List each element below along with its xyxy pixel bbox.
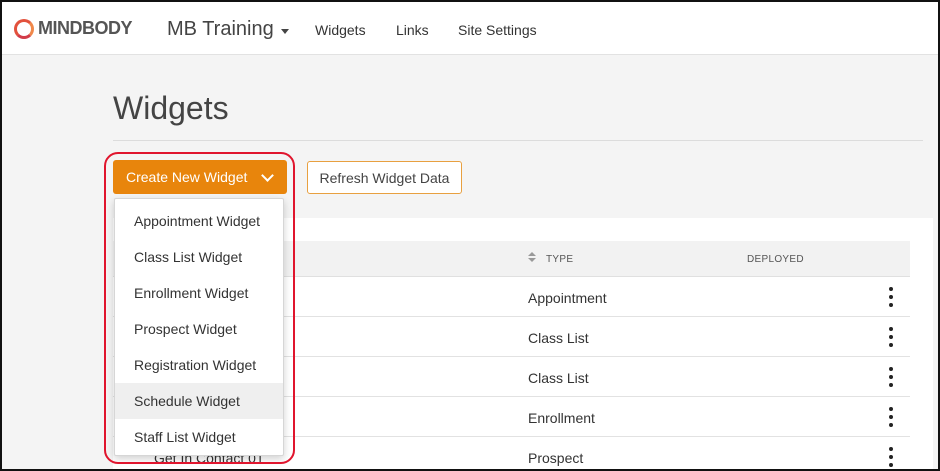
- refresh-widget-data-button[interactable]: Refresh Widget Data: [307, 161, 462, 194]
- site-name-label: MB Training: [167, 18, 274, 40]
- create-widget-dropdown-menu: Appointment Widget Class List Widget Enr…: [114, 198, 284, 456]
- menu-item-staff-list-widget[interactable]: Staff List Widget: [115, 419, 283, 455]
- column-header-type[interactable]: TYPE: [546, 254, 573, 265]
- widget-type: Class List: [528, 370, 589, 386]
- create-new-widget-button[interactable]: Create New Widget: [113, 160, 287, 194]
- top-nav-bar: MINDBODY MB Training Widgets Links Site …: [0, 0, 940, 55]
- site-switcher[interactable]: MB Training: [167, 18, 289, 41]
- menu-item-enrollment-widget[interactable]: Enrollment Widget: [115, 275, 283, 311]
- chevron-down-icon: [261, 169, 274, 182]
- widget-type: Enrollment: [528, 410, 595, 426]
- widget-type: Class List: [528, 330, 589, 346]
- kebab-menu-icon[interactable]: [888, 447, 894, 467]
- title-divider: [113, 140, 923, 141]
- page-title: Widgets: [113, 90, 229, 126]
- mindbody-logo[interactable]: MINDBODY: [14, 18, 133, 39]
- widget-type: Prospect: [528, 450, 584, 466]
- kebab-menu-icon[interactable]: [888, 327, 894, 347]
- widget-type: Appointment: [528, 290, 607, 306]
- nav-site-settings[interactable]: Site Settings: [458, 22, 537, 38]
- menu-item-prospect-widget[interactable]: Prospect Widget: [115, 311, 283, 347]
- menu-item-appointment-widget[interactable]: Appointment Widget: [115, 203, 283, 239]
- create-button-label: Create New Widget: [126, 169, 248, 185]
- sort-icon[interactable]: [528, 252, 536, 264]
- menu-item-registration-widget[interactable]: Registration Widget: [115, 347, 283, 383]
- kebab-menu-icon[interactable]: [888, 367, 894, 387]
- logo-mark-icon: [14, 18, 34, 39]
- nav-links[interactable]: Links: [396, 22, 429, 38]
- column-header-deployed[interactable]: DEPLOYED: [747, 254, 804, 265]
- nav-widgets[interactable]: Widgets: [315, 22, 366, 38]
- menu-item-class-list-widget[interactable]: Class List Widget: [115, 239, 283, 275]
- kebab-menu-icon[interactable]: [888, 407, 894, 427]
- menu-item-schedule-widget[interactable]: Schedule Widget: [115, 383, 283, 419]
- logo-text: MINDBODY: [38, 18, 133, 38]
- kebab-menu-icon[interactable]: [888, 287, 894, 307]
- caret-down-icon: [280, 28, 289, 34]
